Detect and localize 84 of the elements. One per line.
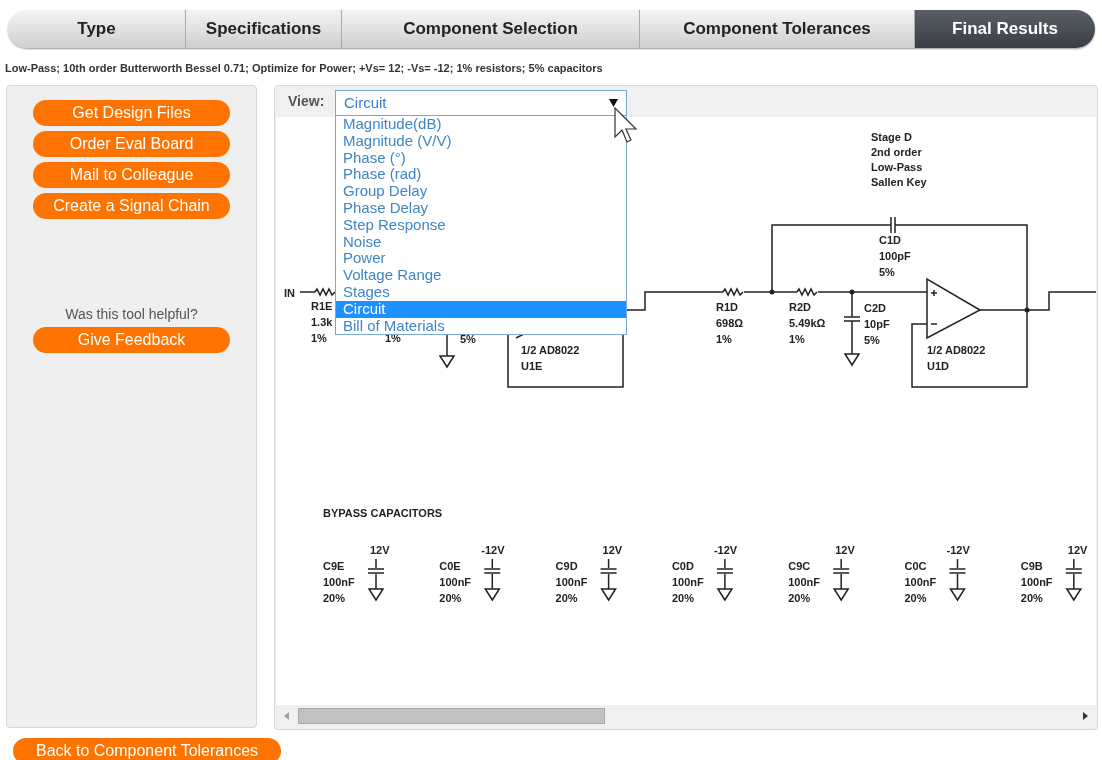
component-label: 100nF — [1020, 576, 1053, 589]
component-label: 100nF — [555, 576, 588, 589]
component-label: 1.3k — [311, 316, 333, 329]
component-label: 698Ω — [716, 317, 744, 330]
component-label: 1% — [789, 333, 805, 346]
component-label: 100pF — [879, 250, 911, 263]
component-label: C2D — [864, 302, 886, 315]
dropdown-arrow-icon — [609, 99, 618, 107]
feedback-button[interactable]: Give Feedback — [33, 327, 230, 353]
view-option[interactable]: Phase (rad) — [336, 166, 626, 184]
component-label: 1% — [716, 333, 732, 346]
component-label: C9E — [323, 560, 345, 573]
voltage-label: -12V — [946, 544, 970, 557]
voltage-label: -12V — [713, 544, 738, 557]
component-label: 1/2 AD8022 — [521, 344, 580, 357]
design-summary: Low-Pass; 10th order Butterworth Bessel 0.71; Optimize for Power; +Vs= 12; -Vs= -12; 1% resistors; 5% capacitors — [5, 61, 603, 76]
component-label: 20% — [439, 592, 462, 605]
component-label: C1D — [879, 234, 901, 247]
component-label: 20% — [323, 592, 346, 605]
view-select[interactable]: Circuit — [335, 90, 627, 116]
component-label: R1D — [716, 301, 738, 314]
view-option[interactable]: Magnitude (V/V) — [336, 132, 626, 150]
action-button[interactable]: Get Design Files — [33, 100, 230, 126]
action-button[interactable]: Mail to Colleague — [33, 162, 230, 188]
step-tab[interactable]: Final Results — [915, 10, 1095, 48]
component-label: 1/2 AD8022 — [927, 344, 986, 357]
component-label: C0E — [439, 560, 461, 573]
component-label: 5% — [864, 334, 880, 347]
component-label: R2D — [789, 301, 811, 314]
component-label: 100nF — [904, 576, 937, 589]
component-label: 20% — [671, 592, 694, 605]
step-tab[interactable]: Type — [8, 10, 186, 48]
scroll-left-icon[interactable] — [284, 712, 289, 720]
stage-label: Stage D — [871, 131, 912, 144]
component-label: 20% — [904, 592, 927, 605]
stage-label: Sallen Key — [871, 176, 927, 189]
view-option[interactable]: Phase (°) — [336, 149, 626, 167]
view-option[interactable]: Voltage Range — [336, 267, 626, 284]
component-label: C0D — [671, 560, 694, 573]
component-label: 5% — [879, 266, 895, 279]
view-option[interactable]: Stages — [336, 283, 626, 301]
component-label: C0C — [904, 560, 927, 573]
view-option[interactable]: Step Response — [336, 216, 626, 234]
voltage-label: 12V — [835, 544, 855, 557]
back-button[interactable]: Back to Component Tolerances — [13, 738, 281, 760]
component-label: U1E — [521, 360, 543, 373]
component-label: 20% — [1020, 592, 1043, 605]
action-button[interactable]: Order Eval Board — [33, 131, 230, 157]
input-label: IN — [284, 287, 295, 300]
view-option[interactable]: Circuit — [336, 300, 626, 318]
component-label: 100nF — [323, 576, 355, 589]
stage-label: 2nd order — [871, 146, 922, 159]
step-tab[interactable]: Component Selection — [342, 10, 640, 48]
step-tab[interactable]: Specifications — [186, 10, 342, 48]
section-heading: BYPASS CAPACITORS — [323, 507, 443, 520]
component-label: 100nF — [671, 576, 704, 589]
component-label: C9C — [788, 560, 811, 573]
component-label: C9B — [1020, 560, 1043, 573]
view-option[interactable]: Bill of Materials — [336, 317, 626, 335]
view-label: View: — [288, 92, 325, 111]
component-label: 100nF — [439, 576, 472, 589]
stage-label: Low-Pass — [871, 161, 923, 174]
component-label: 1% — [311, 332, 327, 345]
view-option[interactable]: Group Delay — [336, 183, 626, 200]
view-option[interactable]: Power — [336, 250, 626, 268]
component-label: 100nF — [788, 576, 820, 589]
voltage-label: 12V — [1067, 544, 1088, 557]
voltage-label: 12V — [370, 544, 390, 557]
component-label: C9D — [555, 560, 578, 573]
component-label: R1E — [311, 300, 333, 313]
scroll-right-icon[interactable] — [1083, 712, 1088, 720]
component-label: 10pF — [864, 318, 890, 331]
view-option[interactable]: Phase Delay — [336, 200, 626, 217]
helpful-question: Was this tool helpful? — [65, 305, 198, 324]
action-button[interactable]: Create a Signal Chain — [33, 193, 230, 219]
component-label: 20% — [788, 592, 811, 605]
component-label: 20% — [555, 592, 578, 605]
scrollbar-thumb[interactable] — [298, 708, 605, 724]
voltage-label: 12V — [602, 544, 623, 557]
component-label: 5.49kΩ — [789, 317, 826, 330]
voltage-label: -12V — [481, 544, 505, 557]
view-option[interactable]: Noise — [336, 233, 626, 251]
component-label: U1D — [927, 360, 949, 373]
component-label: 5% — [460, 333, 476, 346]
